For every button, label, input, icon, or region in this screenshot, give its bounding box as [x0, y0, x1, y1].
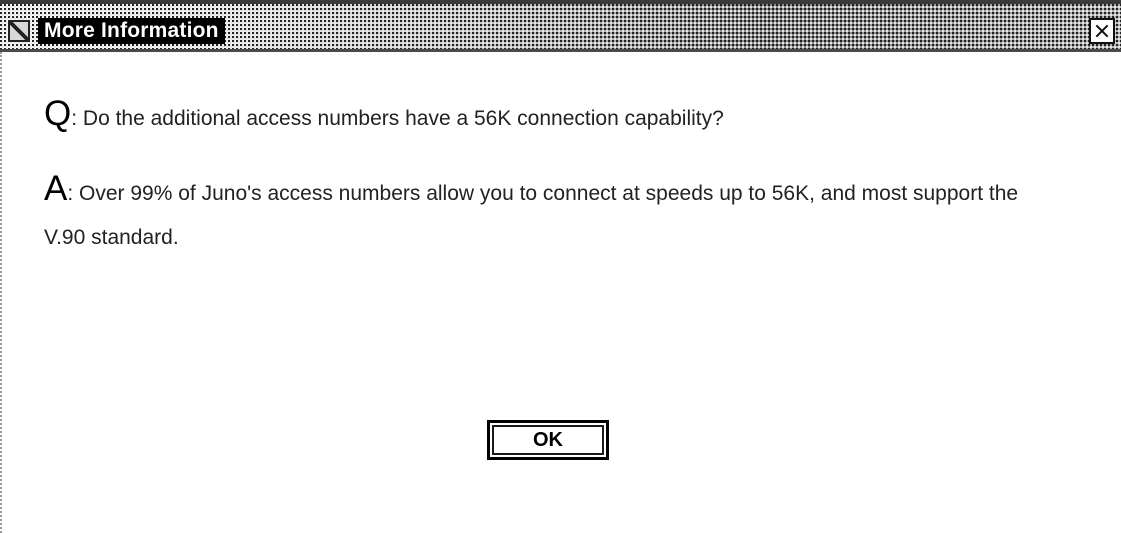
question-letter: Q — [44, 94, 72, 133]
answer-text: : Over 99% of Juno's access numbers allo… — [44, 182, 1019, 249]
ok-button[interactable]: OK — [487, 420, 609, 460]
title-bar[interactable]: More Information — [0, 0, 1121, 52]
app-window-icon — [8, 20, 30, 42]
window-left-edge — [0, 52, 9, 533]
window-title: More Information — [38, 18, 225, 44]
answer-letter: A — [44, 169, 68, 208]
close-icon[interactable] — [1089, 18, 1115, 44]
more-information-dialog: More Information Q: Do the additional ac… — [0, 0, 1121, 533]
answer: A: Over 99% of Juno's access numbers all… — [44, 171, 1064, 260]
dialog-content: Q: Do the additional access numbers have… — [44, 96, 1064, 260]
question: Q: Do the additional access numbers have… — [44, 96, 1064, 141]
question-text: : Do the additional access numbers have … — [71, 107, 724, 130]
